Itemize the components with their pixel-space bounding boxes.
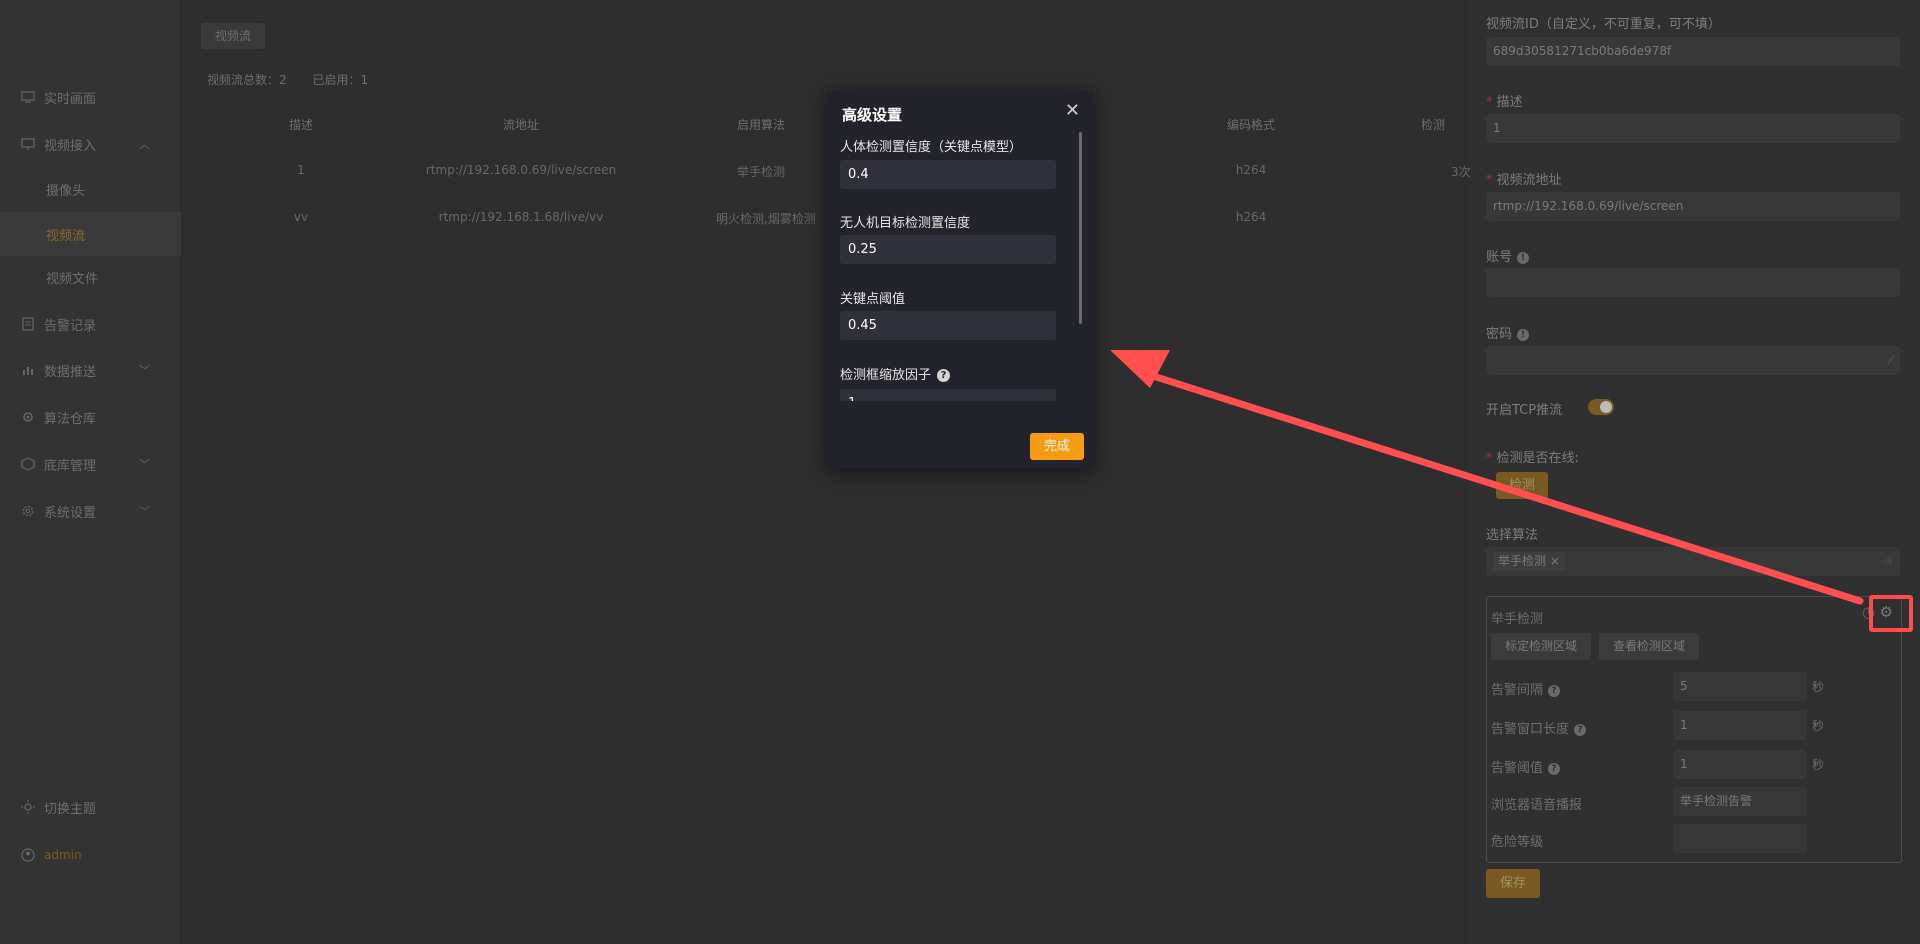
annotation-arrow bbox=[1110, 350, 1864, 605]
